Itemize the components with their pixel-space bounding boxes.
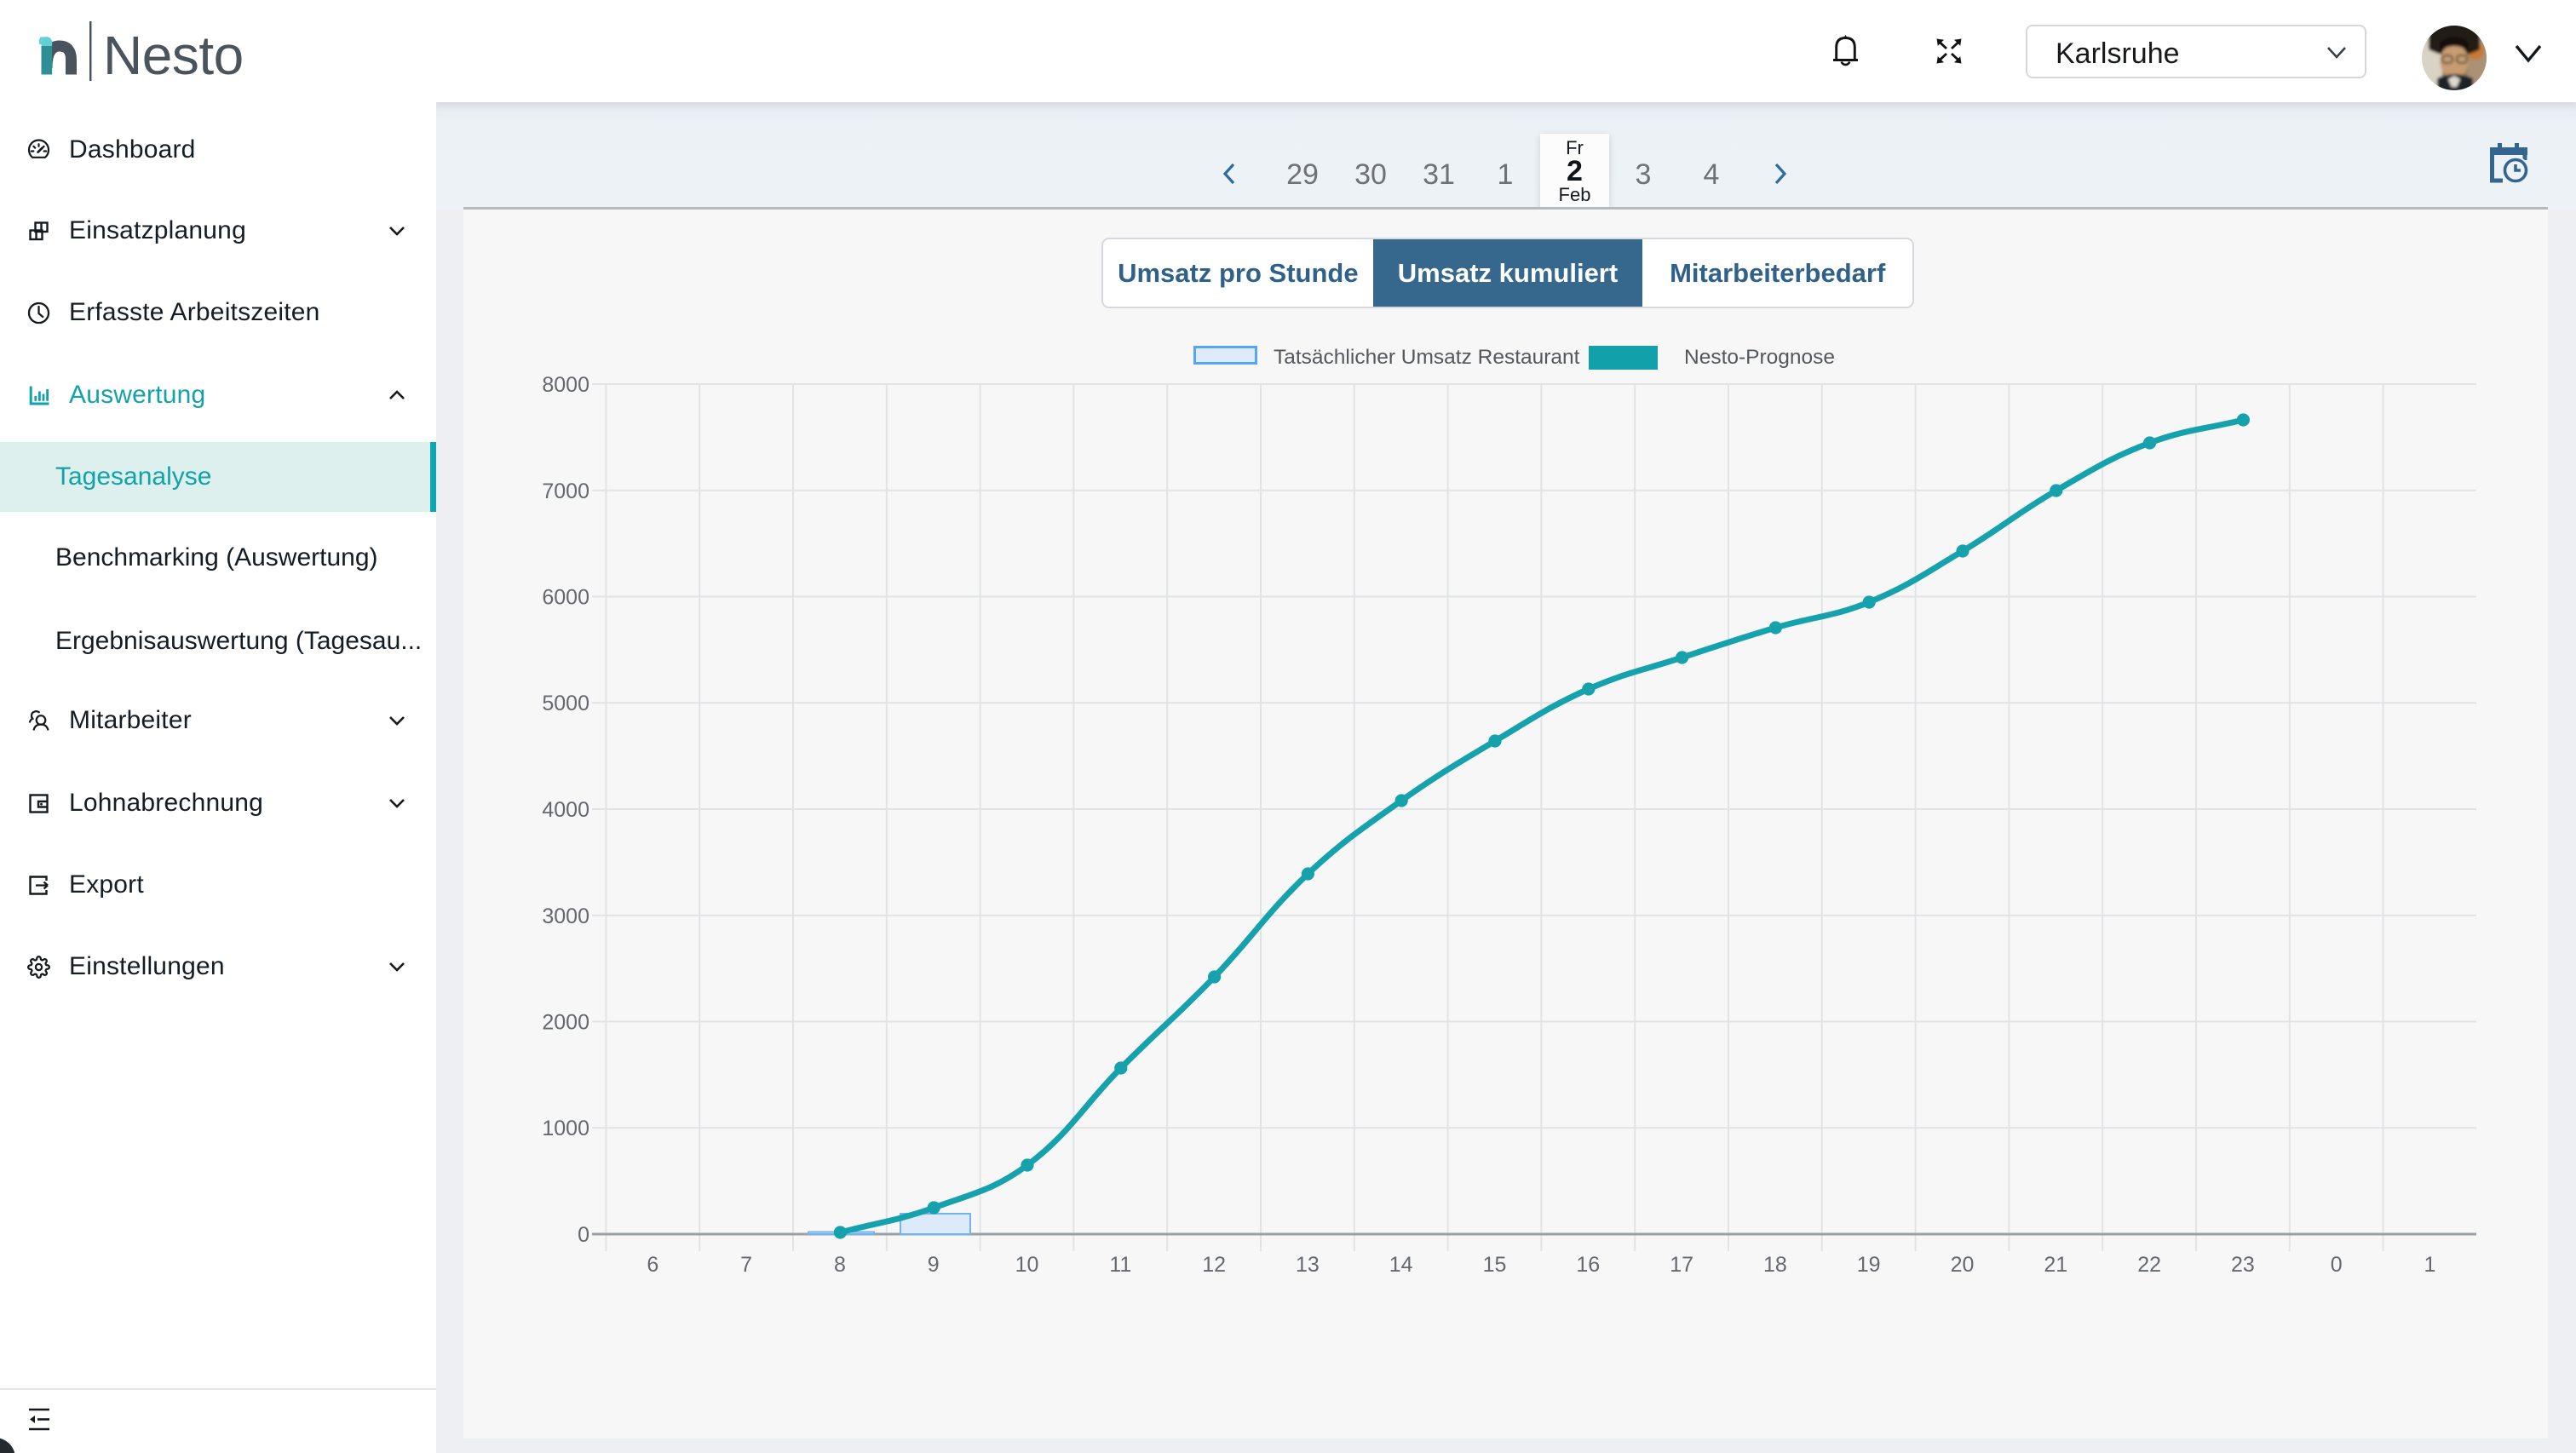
svg-text:10: 10 xyxy=(1015,1253,1039,1277)
svg-text:8: 8 xyxy=(834,1253,846,1277)
svg-text:20: 20 xyxy=(1951,1253,1975,1277)
svg-text:22: 22 xyxy=(2137,1253,2161,1277)
svg-text:14: 14 xyxy=(1389,1253,1413,1277)
svg-text:4000: 4000 xyxy=(542,798,589,822)
svg-text:11: 11 xyxy=(1109,1253,1131,1277)
svg-text:7: 7 xyxy=(740,1253,752,1277)
svg-text:1000: 1000 xyxy=(542,1117,589,1140)
svg-text:Nesto: Nesto xyxy=(103,25,244,86)
svg-text:15: 15 xyxy=(1483,1253,1507,1277)
svg-text:12: 12 xyxy=(1202,1253,1226,1277)
svg-text:19: 19 xyxy=(1857,1253,1881,1277)
svg-text:6: 6 xyxy=(647,1253,658,1277)
svg-text:5000: 5000 xyxy=(542,692,589,715)
svg-text:3000: 3000 xyxy=(542,905,589,928)
svg-text:18: 18 xyxy=(1763,1253,1787,1277)
svg-text:23: 23 xyxy=(2231,1253,2255,1277)
svg-text:0: 0 xyxy=(2331,1253,2343,1277)
svg-text:21: 21 xyxy=(2044,1253,2067,1277)
svg-text:2000: 2000 xyxy=(542,1011,589,1035)
svg-text:7000: 7000 xyxy=(542,480,589,503)
svg-text:1: 1 xyxy=(2424,1253,2436,1277)
svg-text:17: 17 xyxy=(1670,1253,1693,1277)
svg-text:16: 16 xyxy=(1576,1253,1600,1277)
svg-text:6000: 6000 xyxy=(542,586,589,610)
svg-text:0: 0 xyxy=(578,1223,589,1247)
svg-text:9: 9 xyxy=(928,1253,940,1277)
svg-text:13: 13 xyxy=(1296,1253,1320,1277)
svg-text:8000: 8000 xyxy=(542,373,589,397)
